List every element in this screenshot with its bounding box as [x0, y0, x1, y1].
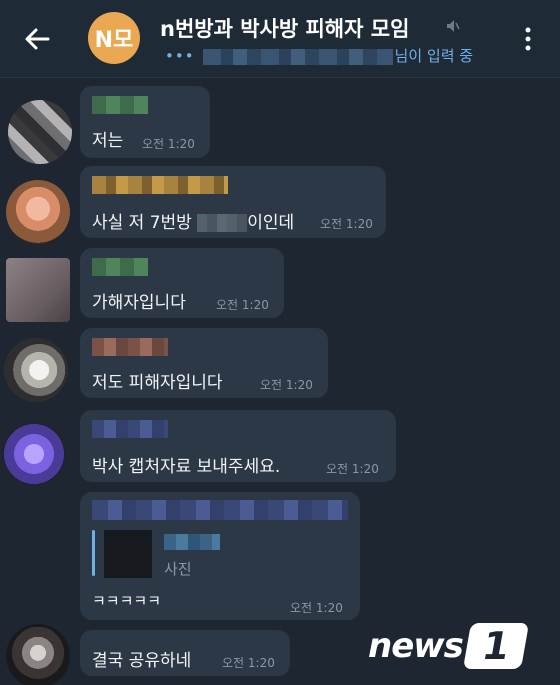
avatar[interactable] [6, 180, 70, 244]
back-arrow-icon[interactable] [20, 22, 54, 56]
message-bubble[interactable]: 저도 피해자입니다 오전 1:20 [80, 328, 328, 398]
avatar[interactable] [4, 338, 68, 402]
news1-watermark-logo: news 1 [368, 622, 529, 670]
message-text: 박사 캡처자료 보내주세요. [92, 457, 281, 477]
message-bubble[interactable]: 저는 오전 1:20 [80, 86, 210, 158]
typing-status-text: 님이 입력 중 [394, 47, 474, 65]
blurred-sender-name [92, 96, 148, 114]
chat-title[interactable]: n번방과 박사방 피해자 모임 [160, 13, 409, 43]
watermark-word: news [368, 626, 464, 666]
message-time: 오전 1:20 [216, 298, 269, 312]
message-time: 오전 1:20 [142, 137, 195, 151]
more-menu-icon[interactable] [520, 26, 536, 52]
message-text: ㅋㅋㅋㅋㅋ [92, 592, 162, 610]
message-time: 오전 1:20 [290, 601, 343, 615]
watermark-mark: 1 [478, 624, 514, 668]
message-bubble[interactable]: 사실 저 7번방 이인데 오전 1:20 [80, 166, 386, 238]
watermark-mark-box: 1 [462, 623, 529, 669]
message-text: 가해자입니다 [92, 293, 186, 313]
chat-header: N모 n번방과 박사방 피해자 모임 ••• 님이 입력 중 [0, 0, 560, 78]
message-text: 사실 저 7번방 이인데 [92, 213, 295, 233]
message-text: 저도 피해자입니다 [92, 373, 223, 393]
avatar[interactable] [6, 258, 70, 322]
message-time: 오전 1:20 [320, 217, 373, 231]
message-bubble[interactable]: 박사 캡처자료 보내주세요. 오전 1:20 [80, 410, 396, 482]
typing-indicator: ••• [165, 47, 195, 65]
message-text: 저는 [92, 131, 124, 151]
blurred-username [202, 48, 393, 65]
typing-status: ••• 님이 입력 중 [165, 45, 473, 66]
message-time: 오전 1:20 [222, 656, 275, 670]
message-bubble[interactable]: 가해자입니다 오전 1:20 [80, 248, 284, 318]
reply-photo-thumbnail[interactable] [104, 530, 152, 578]
reply-bar [92, 530, 95, 576]
blurred-word [197, 214, 248, 232]
blurred-sender-name [92, 338, 168, 356]
blurred-sender-name [92, 176, 228, 194]
message-time: 오전 1:20 [326, 462, 379, 476]
message-bubble[interactable]: 사진 ㅋㅋㅋㅋㅋ 오전 1:20 [80, 492, 360, 620]
message-bubble[interactable]: 결국 공유하네 오전 1:20 [80, 630, 290, 676]
avatar[interactable] [8, 100, 72, 164]
blurred-reply-sender [164, 534, 220, 550]
avatar[interactable] [6, 624, 70, 685]
muted-speaker-icon [447, 20, 460, 32]
avatar[interactable] [2, 422, 66, 486]
reply-label: 사진 [164, 560, 192, 578]
blurred-sender-name [92, 420, 168, 438]
group-avatar[interactable]: N모 [88, 12, 140, 64]
message-text: 결국 공유하네 [92, 651, 192, 671]
blurred-sender-name [92, 258, 148, 276]
message-time: 오전 1:20 [260, 378, 313, 392]
blurred-sender-name [92, 500, 348, 520]
